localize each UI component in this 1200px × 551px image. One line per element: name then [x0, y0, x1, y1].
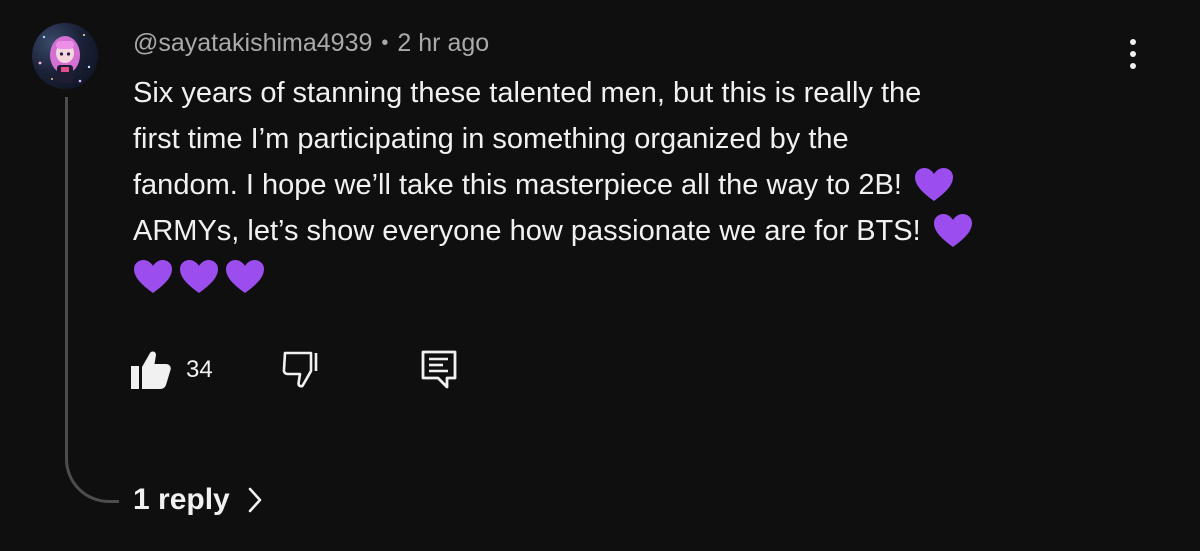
purple-heart-icon — [226, 260, 264, 293]
comment-line: first time I’m participating in somethin… — [133, 123, 849, 155]
comment-line: ARMYs, let’s show everyone how passionat… — [133, 208, 1113, 254]
comment-reply-icon — [421, 350, 457, 389]
more-vertical-icon — [1130, 39, 1136, 45]
like-button[interactable] — [130, 350, 172, 390]
thumbs-up-icon — [131, 351, 171, 389]
comment-header: @sayatakishima4939 • 2 hr ago — [133, 28, 489, 58]
reply-button[interactable] — [421, 350, 457, 390]
avatar[interactable] — [32, 23, 98, 89]
comment-actions: 34 — [130, 348, 457, 392]
comment-timestamp[interactable]: 2 hr ago — [397, 29, 489, 58]
comment-line — [133, 254, 1113, 300]
purple-heart-icon — [134, 260, 172, 293]
purple-heart-icon — [180, 260, 218, 293]
like-count: 34 — [186, 356, 213, 383]
purple-heart-icon — [914, 168, 953, 201]
purple-heart-icon — [933, 214, 972, 247]
comment-body: Six years of stanning these talented men… — [133, 70, 1113, 300]
comment-line: Six years of stanning these talented men… — [133, 77, 922, 109]
avatar-image — [38, 34, 91, 83]
thread-connector-line — [65, 97, 119, 503]
replies-label: 1 reply — [133, 483, 230, 516]
dislike-button[interactable] — [281, 351, 321, 389]
author-handle[interactable]: @sayatakishima4939 — [133, 29, 372, 58]
chevron-right-icon — [248, 487, 262, 513]
thumbs-down-icon — [282, 351, 318, 388]
view-replies-button[interactable]: 1 reply — [133, 480, 262, 520]
more-options-button[interactable] — [1118, 34, 1148, 74]
comment-line: fandom. I hope we’ll take this masterpie… — [133, 162, 1113, 208]
header-separator: • — [381, 31, 389, 54]
comment-thread: @sayatakishima4939 • 2 hr ago Six years … — [0, 0, 1200, 551]
